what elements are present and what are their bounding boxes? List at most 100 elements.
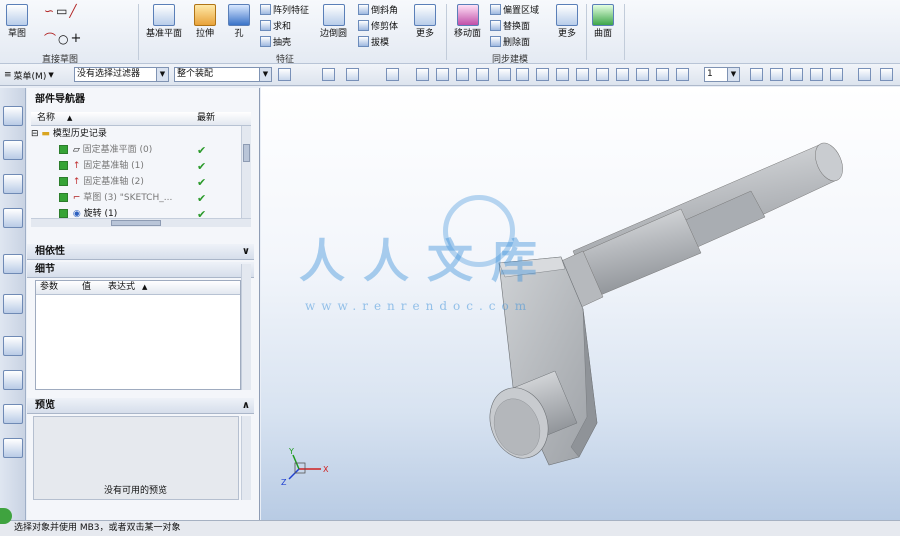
center-icon[interactable] — [576, 68, 589, 81]
web-browser-icon[interactable] — [3, 294, 23, 314]
status-bar: 选择对象并使用 MB3，或者双击某一对象 — [0, 520, 900, 536]
tree-item[interactable]: ↑ 固定基准轴 (2) ✔ — [31, 175, 241, 190]
sketch-tools[interactable]: ∽ ▭ ╱ — [44, 4, 77, 18]
visibility-checkbox[interactable] — [59, 161, 68, 170]
preview-title: 预览 — [35, 400, 55, 411]
replace-face-button[interactable]: 替换面 — [490, 19, 530, 32]
process-studio-icon[interactable] — [3, 404, 23, 424]
render-style-icon[interactable] — [810, 68, 823, 81]
trim-body-button[interactable]: 修剪体 — [358, 19, 398, 32]
navigator-title: 部件导航器 — [35, 94, 85, 105]
assembly-navigator-icon[interactable] — [3, 106, 23, 126]
rotate-icon[interactable] — [790, 68, 803, 81]
tree-root[interactable]: ⊟ ▬ 模型历史记录 — [31, 127, 241, 142]
value-col-header[interactable]: 值 — [82, 281, 91, 294]
menu-button[interactable]: ≡ 菜单(M) ▼ — [4, 67, 54, 83]
offset-region-button[interactable]: 偏置区域 — [490, 3, 539, 16]
grid-icon[interactable] — [656, 68, 669, 81]
unite-icon — [260, 20, 271, 31]
sketch-tools-2[interactable]: ⌒ ○ + — [44, 30, 81, 47]
param-col-header[interactable]: 参数 — [40, 281, 58, 294]
more-button[interactable]: 更多 — [414, 4, 436, 39]
rect-select-icon[interactable] — [386, 68, 399, 81]
tree-item[interactable]: ↑ 固定基准轴 (1) ✔ — [31, 159, 241, 174]
zoom-icon[interactable] — [770, 68, 783, 81]
folder-icon: ▬ — [41, 129, 50, 139]
separator — [624, 4, 625, 60]
shell-button[interactable]: 抽壳 — [260, 35, 291, 48]
vertical-line-icon[interactable] — [616, 68, 629, 81]
edge-blend-icon — [322, 4, 345, 26]
visibility-checkbox[interactable] — [59, 193, 68, 202]
hd3d-icon[interactable] — [3, 254, 23, 274]
visibility-checkbox[interactable] — [59, 145, 68, 154]
snap-point-icon[interactable] — [456, 68, 469, 81]
visibility-checkbox[interactable] — [59, 177, 68, 186]
color-icon[interactable] — [858, 68, 871, 81]
snap-icon[interactable] — [278, 68, 291, 81]
intersection-icon[interactable] — [556, 68, 569, 81]
draft-button[interactable]: 拔模 — [358, 35, 389, 48]
scroll-thumb[interactable] — [243, 144, 250, 162]
circle-icon: ○ — [58, 31, 69, 46]
reuse-library-icon[interactable] — [3, 208, 23, 228]
tree-scrollbar[interactable] — [241, 126, 251, 218]
preview-section[interactable]: 预览 ∧ — [27, 398, 254, 414]
profile-icon: ∽ — [44, 4, 55, 18]
curve-icon[interactable] — [536, 68, 549, 81]
deselect-icon[interactable] — [346, 68, 359, 81]
dependencies-section[interactable]: 相依性 ∨ — [27, 244, 254, 260]
visibility-checkbox[interactable] — [59, 209, 68, 218]
hscroll-thumb[interactable] — [111, 220, 161, 226]
offset-region-icon — [490, 4, 501, 15]
move-face-button[interactable]: 移动面 — [454, 4, 481, 39]
details-scrollbar[interactable] — [241, 264, 251, 390]
graphics-window[interactable]: 人人文库 www.renrendoc.com X Y Z — [261, 87, 900, 520]
layer-settings-icon[interactable] — [830, 68, 843, 81]
layer-value: 1 — [707, 69, 713, 79]
history-icon[interactable] — [3, 336, 23, 356]
scope-dropdown[interactable]: 整个装配 ▼ — [174, 67, 272, 82]
fit-view-icon[interactable] — [750, 68, 763, 81]
col-latest-header[interactable]: 最新 — [197, 112, 215, 125]
point-icon[interactable] — [676, 68, 689, 81]
edge-blend-button[interactable]: 边倒圆 — [320, 4, 347, 39]
roles-icon[interactable] — [3, 438, 23, 458]
settings-icon[interactable] — [880, 68, 893, 81]
menu-icon: ≡ — [4, 70, 12, 80]
triad-x-label: X — [323, 465, 329, 474]
type-filter-dropdown[interactable]: 没有选择过滤器 ▼ — [74, 67, 169, 82]
delete-face-button[interactable]: 删除面 — [490, 35, 530, 48]
line-snap-icon[interactable] — [498, 68, 511, 81]
col-name-header[interactable]: 名称 — [37, 112, 55, 125]
extrude-button[interactable]: 拉伸 — [194, 4, 216, 39]
tree-hscrollbar[interactable] — [31, 218, 251, 227]
chamfer-button[interactable]: 倒斜角 — [358, 3, 398, 16]
menu-label: 菜单(M) — [13, 71, 47, 82]
type-filter-value: 没有选择过滤器 — [77, 69, 141, 79]
unite-button[interactable]: 求和 — [260, 19, 291, 32]
surface-button[interactable]: 曲面 — [592, 4, 614, 39]
constraint-navigator-icon[interactable] — [3, 140, 23, 160]
cube-icon[interactable] — [436, 68, 449, 81]
expression-col-header[interactable]: 表达式 — [108, 281, 135, 294]
quadrant-icon[interactable] — [596, 68, 609, 81]
select-icon[interactable] — [322, 68, 335, 81]
midpoint-icon[interactable] — [516, 68, 529, 81]
tree-item[interactable]: ⌐ 草图 (3) "SKETCH_... ✔ — [31, 191, 241, 206]
collapse-icon[interactable]: ⊟ — [31, 129, 39, 139]
tree-item[interactable]: ▱ 固定基准平面 (0) ✔ — [31, 143, 241, 158]
slash-icon[interactable] — [636, 68, 649, 81]
part-navigator-icon[interactable] — [3, 174, 23, 194]
hole-button[interactable]: 孔 — [228, 4, 250, 39]
datum-plane-button[interactable]: 基准平面 — [146, 4, 182, 39]
endpoint-icon[interactable] — [476, 68, 489, 81]
shade-icon[interactable] — [416, 68, 429, 81]
preview-scrollbar[interactable] — [241, 416, 251, 500]
details-section[interactable]: 细节 ∧ — [27, 262, 254, 278]
system-materials-icon[interactable] — [3, 370, 23, 390]
sketch-button[interactable]: 草图 — [6, 4, 28, 39]
layer-dropdown[interactable]: 1 ▼ — [704, 67, 740, 82]
more2-button[interactable]: 更多 — [556, 4, 578, 39]
pattern-feature-button[interactable]: 阵列特征 — [260, 3, 309, 16]
